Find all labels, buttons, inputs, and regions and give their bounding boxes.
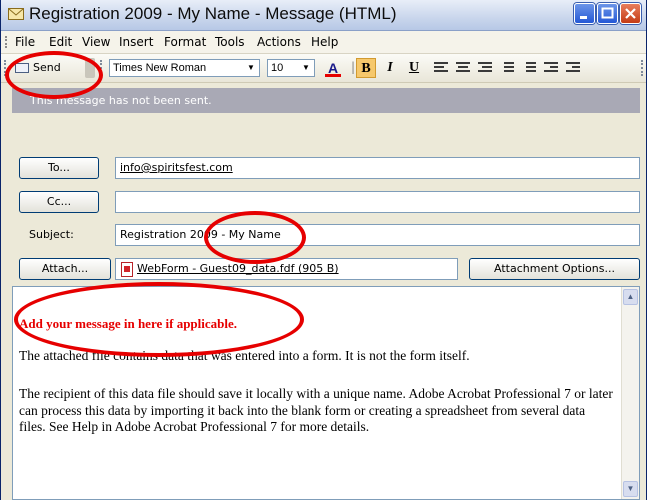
window-title: Registration 2009 - My Name - Message (H… [29,4,397,23]
font-color-swatch [325,74,341,77]
formatting-toolbar: Send Times New Roman ▼ 10 ▼ A | B I U [1,54,646,83]
scroll-down-icon[interactable]: ▼ [623,481,638,497]
underline-button[interactable]: U [404,58,424,78]
align-center-icon[interactable] [456,62,470,74]
send-button[interactable]: Send [12,58,82,78]
font-color-button[interactable]: A [323,58,343,78]
font-name-select[interactable]: Times New Roman ▼ [109,59,260,77]
font-name-value: Times New Roman [113,62,207,74]
minimize-button[interactable] [574,3,595,24]
send-label: Send [33,61,61,74]
attachment-file[interactable]: WebForm - Guest09_data.fdf (905 B) [137,259,339,279]
message-paragraph-1: The attached file contains data that was… [19,348,470,363]
menu-file[interactable]: File [15,35,35,49]
menu-tools[interactable]: Tools [215,35,245,49]
close-icon [625,8,636,19]
menu-help[interactable]: Help [311,35,338,49]
message-body[interactable]: Add your message in here if applicable. … [12,286,640,500]
menu-actions[interactable]: Actions [257,35,301,49]
message-paragraph-2: The recipient of this data file should s… [19,386,613,434]
envelope-icon [15,63,29,73]
toolbar-grip[interactable] [4,60,8,76]
decrease-indent-icon[interactable] [544,62,558,74]
pdf-icon [121,262,133,277]
increase-indent-icon[interactable] [566,62,580,74]
to-field[interactable]: info@spiritsfest.com [115,157,640,179]
message-icon [8,8,24,20]
cc-field[interactable] [115,191,640,213]
font-size-select[interactable]: 10 ▼ [267,59,315,77]
menu-edit[interactable]: Edit [49,35,72,49]
message-window: Registration 2009 - My Name - Message (H… [0,0,647,500]
menu-bar: File Edit View Insert Format Tools Actio… [1,31,646,54]
font-size-value: 10 [271,62,284,74]
menu-grip[interactable] [5,36,9,48]
italic-button[interactable]: I [380,58,400,78]
to-recipient[interactable]: info@spiritsfest.com [120,161,233,174]
chevron-down-icon: ▼ [302,63,310,72]
bold-button[interactable]: B [356,58,376,78]
bullet-list-icon[interactable] [522,62,536,74]
attachment-options-button[interactable]: Attachment Options... [469,258,640,280]
subject-label: Subject: [29,228,74,241]
chevron-down-icon: ▼ [247,63,255,72]
minimize-icon [580,16,587,19]
menu-insert[interactable]: Insert [119,35,153,49]
align-left-icon[interactable] [434,62,448,74]
toolbar-options-chevron[interactable] [85,58,95,78]
scroll-up-icon[interactable]: ▲ [623,289,638,305]
close-button[interactable] [620,3,641,24]
numbered-list-icon[interactable] [500,62,514,74]
attachment-field[interactable]: WebForm - Guest09_data.fdf (905 B) [115,258,458,280]
info-bar: This message has not been sent. [12,88,640,113]
menu-format[interactable]: Format [164,35,206,49]
vertical-scrollbar[interactable]: ▲ ▼ [621,287,639,499]
toolbar-overflow-grip[interactable] [641,60,645,76]
align-right-icon[interactable] [478,62,492,74]
toolbar-grip-2[interactable] [100,60,104,76]
message-intro: Add your message in here if applicable. [19,316,238,331]
to-button[interactable]: To... [19,157,99,179]
attach-button[interactable]: Attach... [19,258,111,280]
menu-view[interactable]: View [82,35,110,49]
subject-field[interactable]: Registration 2009 - My Name [115,224,640,246]
maximize-icon [601,7,614,19]
maximize-button[interactable] [597,3,618,24]
title-bar: Registration 2009 - My Name - Message (H… [1,0,646,31]
cc-button[interactable]: Cc... [19,191,99,213]
